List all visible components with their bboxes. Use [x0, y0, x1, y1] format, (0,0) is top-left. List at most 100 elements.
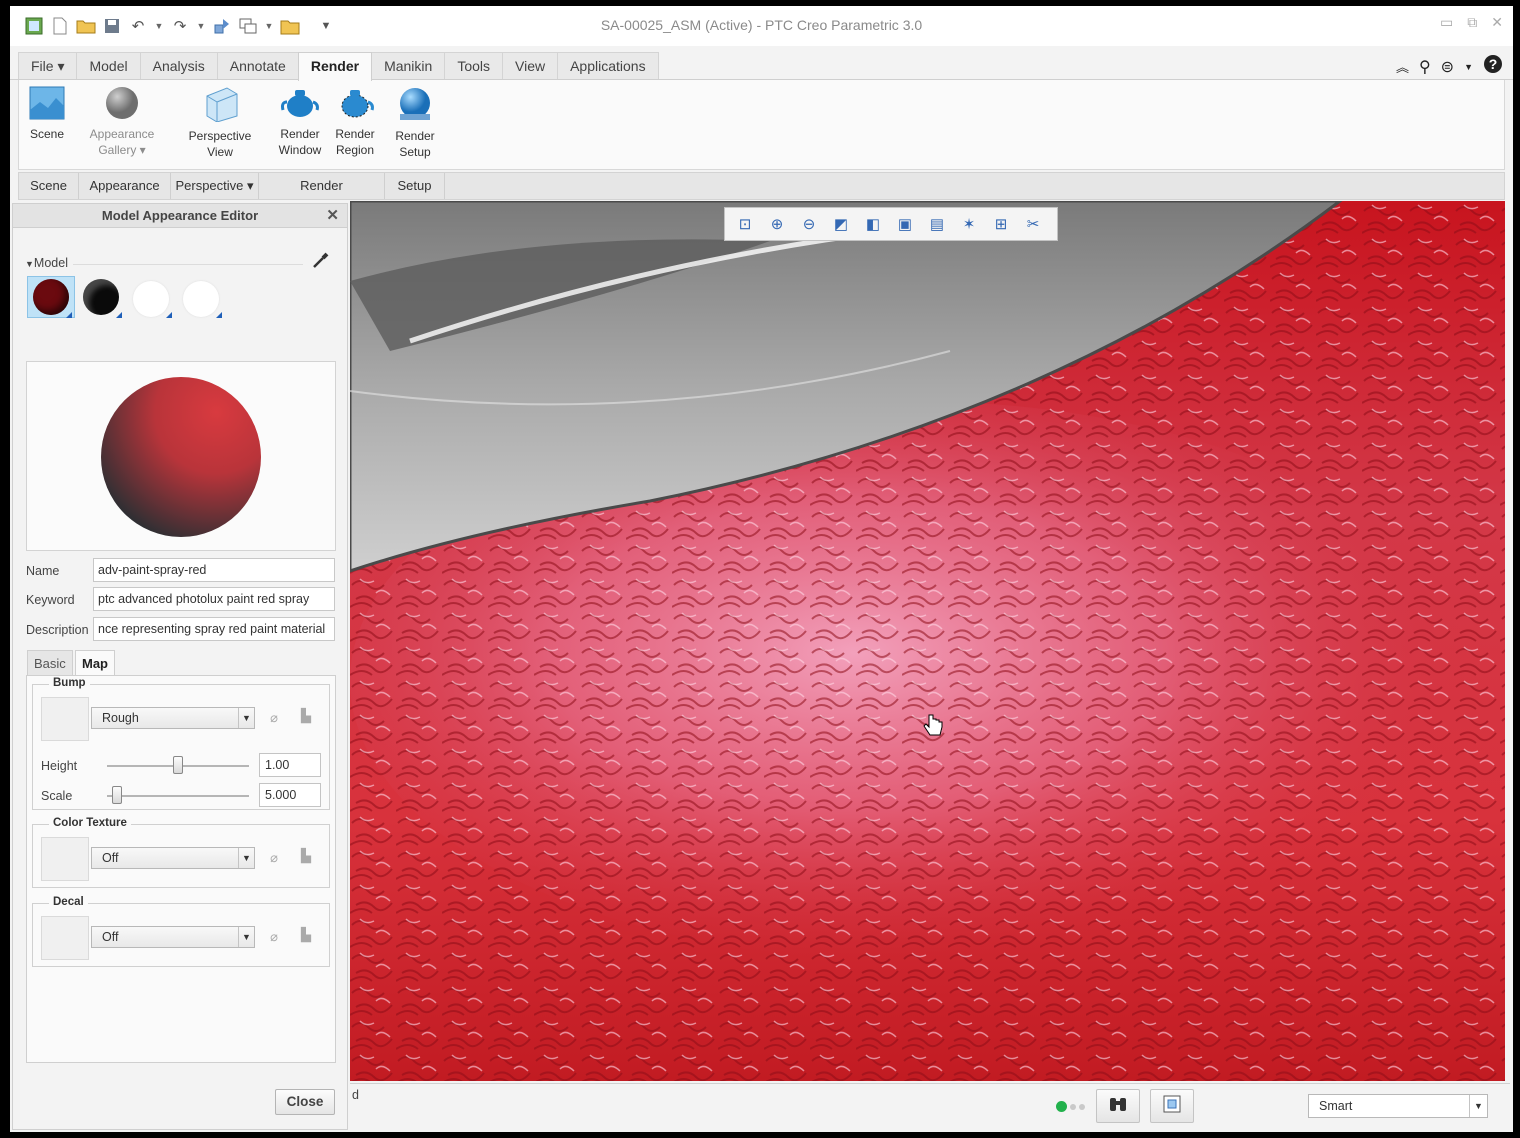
undo-icon[interactable]: ↶ — [128, 16, 148, 36]
windows-icon[interactable] — [238, 16, 258, 36]
help-icon[interactable]: ? — [1483, 54, 1503, 79]
tab-tools[interactable]: Tools — [444, 52, 503, 79]
keyword-field[interactable]: ptc advanced photolux paint red spray — [93, 587, 335, 611]
perspective-view-button[interactable]: Perspective View — [177, 86, 263, 160]
scale-slider-handle[interactable] — [111, 786, 122, 804]
community-dropdown-icon[interactable]: ▼ — [1464, 62, 1473, 72]
tab-view[interactable]: View — [502, 52, 559, 79]
filter-select[interactable]: Smart ▼ — [1308, 1094, 1488, 1118]
color-texture-select[interactable]: Off ▼ — [91, 847, 255, 869]
quick-access-toolbar: ↶ ▼ ↷ ▼ ▼ ▼ — [10, 16, 336, 36]
view-manager-icon[interactable]: ▤ — [923, 211, 951, 237]
decal-thumbnail[interactable] — [41, 916, 89, 960]
maximize-icon[interactable]: ⧉ — [1467, 14, 1477, 31]
save-icon[interactable] — [102, 16, 122, 36]
tab-model[interactable]: Model — [76, 52, 141, 79]
datum-display-icon[interactable]: ✶ — [955, 211, 983, 237]
tab-annotate[interactable]: Annotate — [216, 52, 299, 79]
open-folder-icon[interactable] — [76, 16, 96, 36]
tab-file[interactable]: File ▾ — [18, 52, 78, 79]
redo-dropdown-icon[interactable]: ▼ — [196, 16, 206, 36]
rendered-model — [350, 201, 1505, 1081]
paste-map-icon[interactable]: ▙ — [297, 847, 315, 865]
perspective-cube-icon — [201, 86, 239, 123]
search-icon[interactable]: ⚲ — [1419, 57, 1431, 77]
redo-icon[interactable]: ↷ — [170, 16, 190, 36]
zoom-in-icon[interactable]: ⊕ — [763, 211, 791, 237]
refit-icon[interactable]: ⊡ — [731, 211, 759, 237]
close-window-icon[interactable] — [280, 16, 300, 36]
swatch-white-2[interactable] — [183, 281, 219, 317]
scale-slider-track[interactable] — [107, 795, 249, 797]
zoom-out-icon[interactable]: ⊖ — [795, 211, 823, 237]
close-icon[interactable]: ✕ — [1491, 14, 1503, 31]
tab-render[interactable]: Render — [297, 52, 373, 81]
tab-applications[interactable]: Applications — [557, 52, 659, 79]
tab-map[interactable]: Map — [75, 650, 115, 676]
eyedropper-icon[interactable] — [311, 250, 331, 270]
render-setup-button[interactable]: Render Setup — [389, 86, 441, 160]
scale-label: Scale — [41, 789, 73, 803]
find-button[interactable] — [1096, 1089, 1140, 1123]
name-field[interactable]: adv-paint-spray-red — [93, 558, 335, 582]
edit-map-icon[interactable]: ⌀ — [265, 849, 283, 867]
display-style-icon[interactable]: ◧ — [859, 211, 887, 237]
scene-button[interactable]: Scene — [27, 86, 67, 142]
selection-filter-button[interactable] — [1150, 1089, 1194, 1123]
graphics-viewport[interactable]: ⊡ ⊕ ⊖ ◩ ◧ ▣ ▤ ✶ ⊞ ✂ — [350, 201, 1505, 1081]
creo-app-icon[interactable] — [24, 16, 44, 36]
color-texture-thumbnail[interactable] — [41, 837, 89, 881]
regenerate-icon[interactable] — [212, 16, 232, 36]
render-region-teapot-icon — [335, 86, 375, 120]
group-render: Render — [259, 173, 385, 199]
description-label: Description — [26, 623, 89, 637]
collapse-triangle-icon: ▼ — [25, 259, 34, 269]
height-slider-handle[interactable] — [173, 756, 183, 774]
tab-analysis[interactable]: Analysis — [139, 52, 218, 79]
swatch-black[interactable] — [83, 279, 119, 315]
windows-dropdown-icon[interactable]: ▼ — [264, 16, 274, 36]
group-setup: Setup — [385, 173, 445, 199]
undo-dropdown-icon[interactable]: ▼ — [154, 16, 164, 36]
preview-sphere — [101, 377, 261, 537]
repaint-icon[interactable]: ◩ — [827, 211, 855, 237]
model-section-toggle[interactable]: ▼Model — [25, 256, 68, 270]
appearance-gallery-button[interactable]: Appearance Gallery ▾ — [83, 86, 161, 158]
editor-close-icon[interactable]: ✕ — [326, 204, 339, 228]
chevron-down-icon: ▼ — [238, 708, 254, 728]
ribbon-tab-bar: File ▾ Model Analysis Annotate Render Ma… — [10, 50, 1513, 81]
decal-select[interactable]: Off ▼ — [91, 926, 255, 948]
bump-legend: Bump — [49, 677, 90, 689]
group-perspective[interactable]: Perspective ▾ — [171, 173, 259, 199]
render-window-button[interactable]: Render Window — [273, 86, 327, 158]
close-button[interactable]: Close — [275, 1089, 335, 1115]
bump-select[interactable]: Rough ▼ — [91, 707, 255, 729]
description-field[interactable]: nce representing spray red paint materia… — [93, 617, 335, 641]
paste-map-icon[interactable]: ▙ — [297, 707, 315, 725]
community-icon[interactable]: ⊜ — [1441, 57, 1454, 77]
customize-toolbar-icon[interactable]: ▼ — [316, 16, 336, 36]
swatch-corner-marker — [116, 312, 122, 318]
edit-map-icon[interactable]: ⌀ — [265, 709, 283, 727]
annotation-display-icon[interactable]: ⊞ — [987, 211, 1015, 237]
new-file-icon[interactable] — [50, 16, 70, 36]
keyword-label: Keyword — [26, 593, 75, 607]
edit-map-icon[interactable]: ⌀ — [265, 928, 283, 946]
bump-thumbnail[interactable] — [41, 697, 89, 741]
height-input[interactable]: 1.00 — [259, 753, 321, 777]
editor-title: Model Appearance Editor — [101, 208, 259, 223]
spin-center-icon[interactable]: ✂ — [1019, 211, 1047, 237]
paste-map-icon[interactable]: ▙ — [297, 926, 315, 944]
swatch-white-1[interactable] — [133, 281, 169, 317]
minimize-ribbon-icon[interactable]: ︽ — [1396, 57, 1409, 76]
render-region-button[interactable]: Render Region — [329, 86, 381, 158]
tab-manikin[interactable]: Manikin — [371, 52, 446, 79]
chevron-down-icon: ▼ — [238, 927, 254, 947]
minimize-icon[interactable]: ▭ — [1440, 14, 1453, 31]
saved-orientations-icon[interactable]: ▣ — [891, 211, 919, 237]
swatch-dark-red[interactable] — [33, 279, 69, 315]
render-teapot-icon — [280, 86, 320, 120]
tab-basic[interactable]: Basic — [27, 650, 73, 676]
decal-legend: Decal — [49, 896, 88, 908]
scale-input[interactable]: 5.000 — [259, 783, 321, 807]
